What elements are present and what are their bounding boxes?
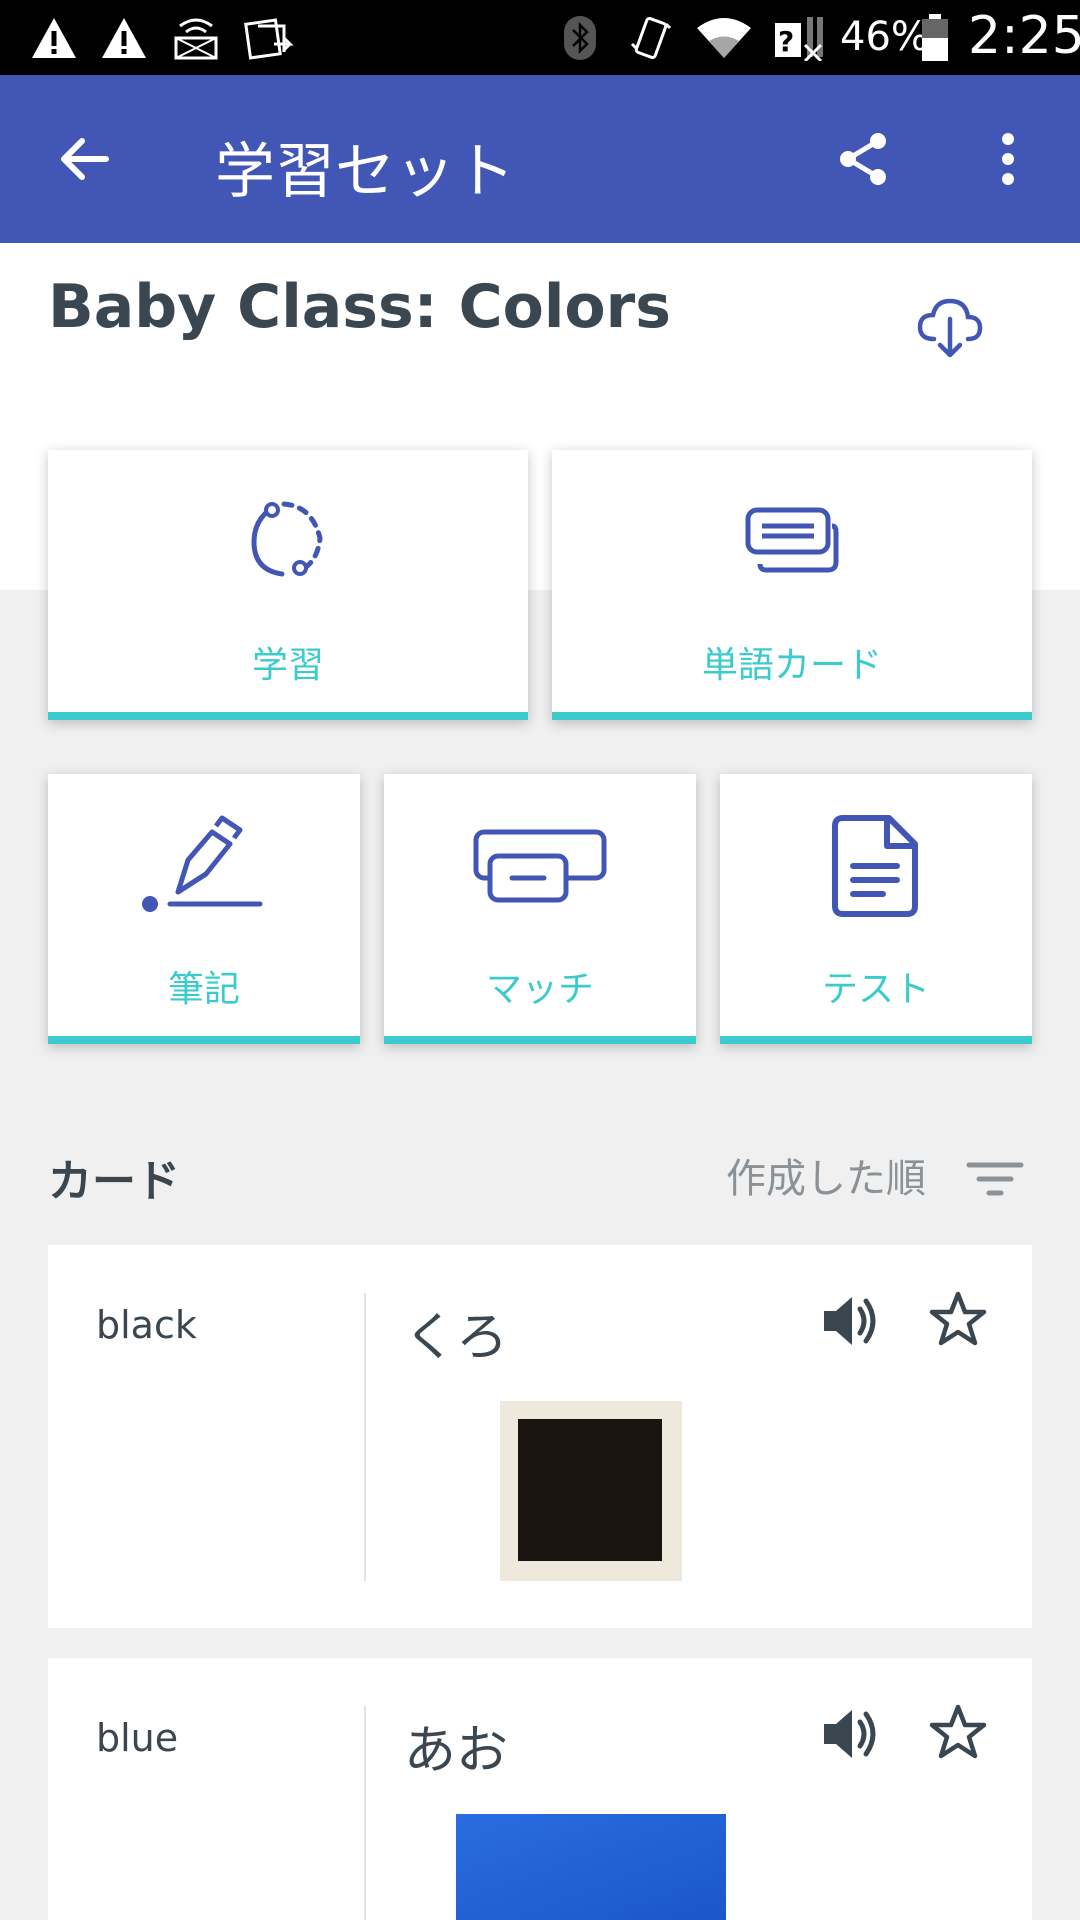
overflow-menu-button[interactable] [968,119,1048,199]
back-arrow-icon [61,138,109,180]
mode-learn-label: 学習 [251,645,324,686]
black-square-image [518,1419,662,1561]
mode-test-card[interactable]: テスト [720,774,1032,1044]
battery-icon [918,12,952,64]
status-bar: ? 46% 2:25 [0,0,1080,75]
audio-button[interactable] [814,1698,886,1770]
mode-flashcards-label: 単語カード [701,645,882,686]
app-bar: 学習セット [0,75,1080,243]
audio-button[interactable] [814,1285,886,1357]
learn-icon [48,498,528,582]
speaker-icon [824,1710,876,1758]
cloud-download-icon [917,298,983,358]
vibrate-icon [626,12,676,64]
term-definition: くろ [404,1308,509,1368]
star-icon [929,1704,987,1759]
set-title: Baby Class: Colors [48,272,671,342]
star-button[interactable] [922,1283,994,1355]
sort-order-label[interactable]: 作成した順 [726,1146,926,1204]
clock: 2:25 [968,6,1080,66]
share-button[interactable] [824,119,904,199]
mode-learn-card[interactable]: 学習 [48,450,528,720]
flashcards-icon [552,506,1032,574]
wifi-icon [694,12,754,64]
no-signal-icon: ? [772,12,828,64]
mode-match-label: マッチ [485,969,594,1010]
warning-icon [28,12,80,64]
cards-section-title: カード [48,1156,180,1207]
term-divider [364,1293,366,1581]
star-button[interactable] [922,1696,994,1768]
mode-flashcards-card[interactable]: 単語カード [552,450,1032,720]
speaker-icon [824,1297,876,1345]
term-card: black くろ [48,1245,1032,1628]
mode-write-card[interactable]: 筆記 [48,774,360,1044]
page-title: 学習セット [215,137,515,207]
term-image [500,1401,682,1581]
mode-write-label: 筆記 [167,969,240,1010]
term-card: blue あお [48,1658,1032,1920]
term-divider [364,1706,366,1920]
bluetooth-icon [560,12,600,64]
sort-button[interactable] [965,1155,1025,1205]
blue-image [456,1814,726,1920]
share-icon [840,133,886,185]
term-word: black [96,1303,197,1347]
match-icon [384,828,696,904]
more-vert-icon [1002,133,1014,185]
back-button[interactable] [44,119,124,199]
download-button[interactable] [910,288,990,368]
write-icon [48,814,360,914]
battery-percent: 46% [840,14,929,60]
sort-icon [966,1162,1024,1196]
warning-icon [98,12,150,64]
star-icon [929,1291,987,1346]
svg-text:?: ? [778,25,794,58]
test-icon [720,814,1032,918]
mode-match-card[interactable]: マッチ [384,774,696,1044]
term-word: blue [96,1716,179,1760]
wifi-hotspot-icon [170,12,222,64]
term-definition: あお [404,1721,509,1781]
photo-share-icon [242,12,298,64]
mode-test-label: テスト [821,969,930,1010]
